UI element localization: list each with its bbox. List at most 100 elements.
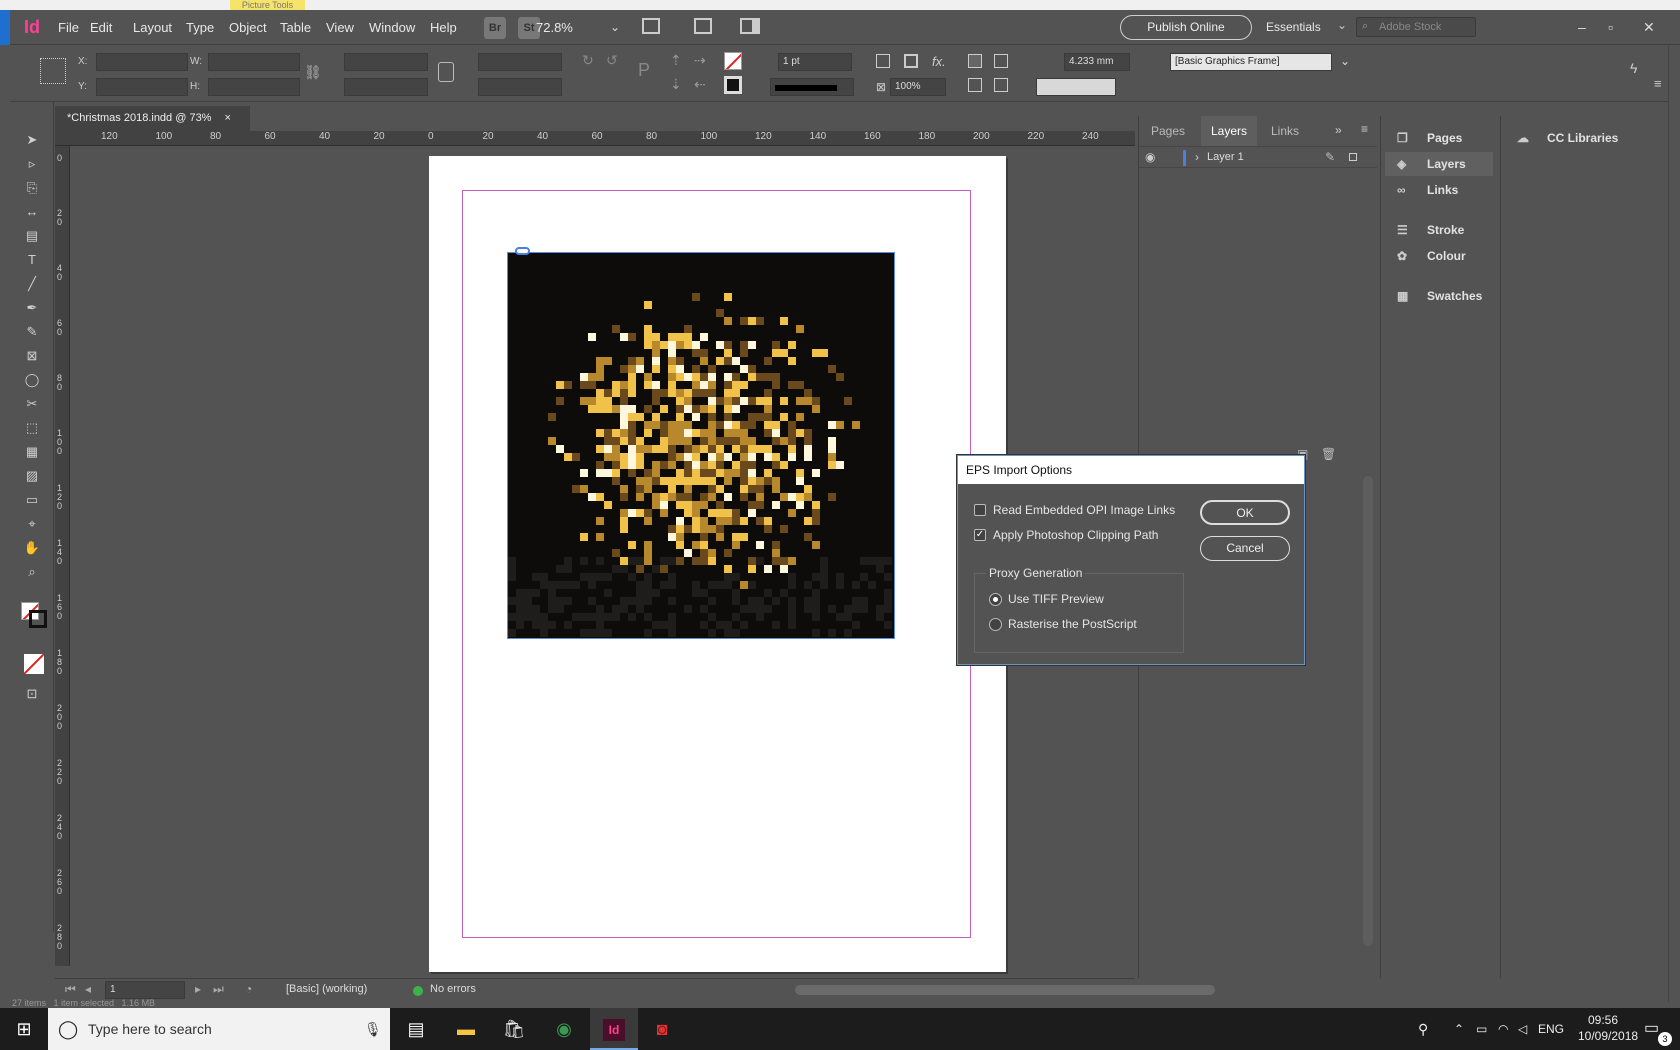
- tab-pages[interactable]: Pages: [1151, 116, 1185, 146]
- tiff-preview-label[interactable]: Use TIFF Preview: [1008, 592, 1104, 606]
- width-input[interactable]: [208, 53, 300, 71]
- vertical-ruler[interactable]: 0 20 40 60 80 100 120 140 160 180 200 220 240 260 280: [55, 146, 70, 966]
- select-previous-icon[interactable]: ⇠: [694, 76, 706, 93]
- selection-square-icon[interactable]: [1349, 153, 1357, 161]
- rotation-input[interactable]: [478, 53, 562, 71]
- read-opi-checkbox[interactable]: [974, 504, 986, 516]
- language-indicator[interactable]: ENG: [1538, 1008, 1564, 1050]
- scale-x-input[interactable]: [344, 53, 428, 71]
- opacity-input[interactable]: 100%: [890, 78, 946, 96]
- display-performance-icon[interactable]: [694, 18, 712, 34]
- screen-mode-icon[interactable]: ⊡: [22, 684, 42, 704]
- text-wrap-box-icon[interactable]: [994, 54, 1008, 68]
- menu-file[interactable]: File: [58, 10, 79, 45]
- error-status[interactable]: No errors: [430, 983, 476, 995]
- tab-links[interactable]: Links: [1271, 116, 1299, 146]
- clock[interactable]: 09:56 10/09/2018: [1578, 1012, 1638, 1044]
- dock-item-links[interactable]: Links ∞: [1385, 178, 1493, 202]
- page-tool-icon[interactable]: ⎘: [22, 178, 42, 198]
- constrain-scale-icon[interactable]: [438, 62, 454, 82]
- object-style-select[interactable]: [Basic Graphics Frame]: [1170, 53, 1332, 71]
- chrome-icon[interactable]: ◉: [540, 1008, 588, 1050]
- pen-tool-icon[interactable]: ✒: [22, 298, 42, 318]
- dock-item-cc-libraries[interactable]: CC Libraries ☁: [1505, 126, 1655, 150]
- direct-selection-icon[interactable]: ▹: [22, 154, 42, 174]
- layer-row[interactable]: ◉ › Layer 1 ✎: [1139, 146, 1377, 168]
- frame-fitting-select[interactable]: [1036, 78, 1116, 96]
- rectangle-frame-icon[interactable]: ⊠: [22, 346, 42, 366]
- menu-type[interactable]: Type: [186, 10, 214, 45]
- last-page-icon[interactable]: ⏭: [213, 982, 224, 997]
- windows-start-icon[interactable]: ⊞: [0, 1008, 48, 1050]
- stroke-weight-input[interactable]: 1 pt: [778, 53, 852, 71]
- frame-offset-input[interactable]: 4.233 mm: [1064, 53, 1130, 71]
- page-number-field[interactable]: 1: [105, 981, 185, 999]
- network-icon[interactable]: ▭: [1476, 1008, 1487, 1050]
- previous-page-icon[interactable]: ◂: [85, 982, 91, 996]
- chevron-down-icon[interactable]: ⌄: [1337, 18, 1347, 32]
- select-container-icon[interactable]: ⇡: [670, 52, 682, 69]
- panel-menu-icon[interactable]: ≡: [1654, 76, 1662, 91]
- zoom-level[interactable]: 72.8%: [536, 10, 573, 45]
- select-content-icon[interactable]: ⇣: [670, 76, 682, 93]
- eye-icon[interactable]: ◉: [1145, 150, 1155, 164]
- scissors-tool-icon[interactable]: ✂: [22, 394, 42, 414]
- text-wrap-jump-icon[interactable]: [994, 78, 1008, 92]
- zoom-tool-icon[interactable]: ⌕: [22, 562, 42, 582]
- rasterise-label[interactable]: Rasterise the PostScript: [1008, 617, 1137, 631]
- file-explorer-icon[interactable]: ▬: [442, 1008, 490, 1050]
- menu-window[interactable]: Window: [369, 10, 415, 45]
- tray-expand-icon[interactable]: ⌃: [1454, 1008, 1464, 1050]
- menu-help[interactable]: Help: [430, 10, 457, 45]
- rasterise-radio[interactable]: [989, 618, 1002, 631]
- rotate-cw-icon[interactable]: ↻: [582, 52, 594, 69]
- effects-icon[interactable]: fx.: [932, 54, 946, 69]
- panel-menu-icon[interactable]: ≡: [1361, 122, 1368, 136]
- arrange-documents-icon[interactable]: [740, 18, 760, 34]
- adobe-stock-search[interactable]: Adobe Stock: [1356, 17, 1476, 37]
- rotate-ccw-icon[interactable]: ↺: [606, 52, 618, 69]
- ellipse-tool-icon[interactable]: ◯: [22, 370, 42, 390]
- graphic-frame[interactable]: [507, 252, 895, 639]
- free-transform-icon[interactable]: ⬚: [22, 418, 42, 438]
- text-wrap-shape-icon[interactable]: [968, 78, 982, 92]
- fit-content-icon[interactable]: [904, 54, 918, 68]
- screen-mode-icon[interactable]: [642, 18, 660, 34]
- preflight-profile[interactable]: [Basic] (working): [286, 983, 367, 995]
- flip-icon[interactable]: P: [638, 60, 650, 81]
- store-icon[interactable]: 🛍: [490, 1008, 538, 1050]
- people-icon[interactable]: ⚲: [1418, 1008, 1428, 1050]
- fit-frame-icon[interactable]: [876, 54, 890, 68]
- dock-item-stroke[interactable]: Stroke ☰: [1385, 218, 1493, 242]
- chevron-down-icon[interactable]: ⌄: [610, 20, 620, 34]
- creative-cloud-icon[interactable]: ◙: [638, 1008, 686, 1050]
- next-page-icon[interactable]: ▸: [195, 982, 201, 996]
- read-opi-label[interactable]: Read Embedded OPI Image Links: [993, 503, 1175, 517]
- line-tool-icon[interactable]: ╱: [22, 274, 42, 294]
- maximize-icon[interactable]: ▫: [1608, 10, 1613, 45]
- shear-input[interactable]: [478, 78, 562, 96]
- horizontal-ruler[interactable]: 120 100 80 60 40 20 0 20 40 60 80 100 120 140 160 180 20…: [55, 131, 1135, 146]
- document-tab[interactable]: *Christmas 2018.indd @ 73% ×: [55, 106, 250, 131]
- microphone-icon[interactable]: 🎙: [364, 1008, 382, 1050]
- tiff-preview-radio[interactable]: [989, 593, 1002, 606]
- volume-icon[interactable]: ◁: [1518, 1008, 1527, 1050]
- x-input[interactable]: [96, 53, 188, 71]
- text-wrap-none-icon[interactable]: [968, 54, 982, 68]
- pencil-tool-icon[interactable]: ✎: [22, 322, 42, 342]
- stroke-swatch[interactable]: [724, 76, 742, 94]
- ok-button[interactable]: OK: [1200, 500, 1290, 525]
- task-view-icon[interactable]: ▤: [392, 1008, 440, 1050]
- indesign-taskbar-icon[interactable]: Id: [590, 1008, 638, 1050]
- layer-name[interactable]: Layer 1: [1207, 151, 1244, 163]
- tab-layers[interactable]: Layers: [1201, 116, 1257, 146]
- horizontal-scrollbar[interactable]: [795, 985, 1215, 995]
- cancel-button[interactable]: Cancel: [1200, 536, 1290, 561]
- wifi-icon[interactable]: ◠: [1498, 1008, 1508, 1050]
- select-next-icon[interactable]: ⇢: [694, 52, 706, 69]
- dock-item-colour[interactable]: Colour ✿: [1385, 244, 1493, 268]
- trash-icon[interactable]: 🗑: [1321, 447, 1336, 461]
- link-icon[interactable]: [515, 247, 530, 255]
- panel-scrollbar[interactable]: [1363, 476, 1373, 946]
- stroke-type-select[interactable]: [770, 78, 854, 96]
